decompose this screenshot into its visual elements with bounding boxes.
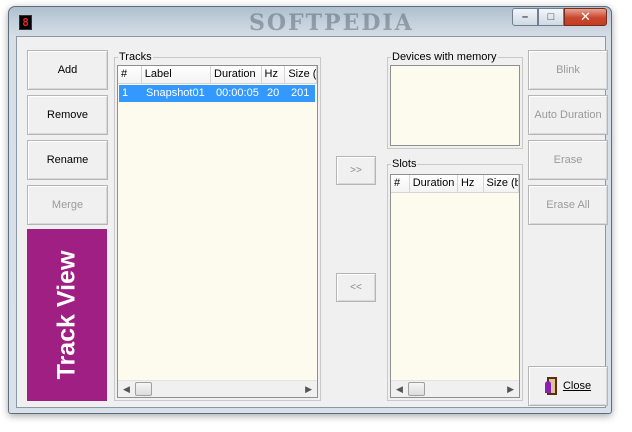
close-icon: ✕ [580, 9, 591, 24]
slots-list[interactable]: # Duration Hz Size (b ◀ ▶ [390, 174, 520, 398]
exit-door-icon [544, 377, 559, 395]
erase-all-button[interactable]: Erase All [528, 185, 608, 225]
minimize-icon: – [521, 11, 529, 23]
close-button[interactable]: Close [528, 366, 608, 406]
blink-button[interactable]: Blink [528, 50, 608, 90]
transfer-to-device-button[interactable]: >> [336, 156, 376, 185]
tracks-horizontal-scrollbar[interactable]: ◀ ▶ [118, 380, 317, 397]
caption-buttons: – □ ✕ [512, 8, 607, 26]
column-header-num[interactable]: # [118, 66, 142, 84]
scroll-right-icon[interactable]: ▶ [507, 384, 514, 395]
close-window-button[interactable]: ✕ [564, 8, 607, 26]
slots-horizontal-scrollbar[interactable]: ◀ ▶ [391, 380, 519, 397]
row-duration: 00:00:05 [216, 87, 259, 99]
scroll-left-icon[interactable]: ◀ [396, 384, 403, 395]
merge-button[interactable]: Merge [27, 185, 108, 225]
column-header-hz[interactable]: Hz [457, 175, 484, 193]
devices-list[interactable] [390, 65, 520, 146]
devices-group: Devices with memory [387, 51, 523, 149]
scroll-left-icon[interactable]: ◀ [123, 384, 130, 395]
column-header-size[interactable]: Size (b [483, 175, 519, 193]
column-header-duration[interactable]: Duration [211, 66, 262, 84]
app-window: 8 SOFTPEDIA – □ ✕ Add Remove Rename Merg… [8, 6, 612, 414]
slots-list-header: # Duration Hz Size (b [391, 175, 519, 193]
slots-group-label: Slots [391, 158, 418, 170]
scroll-thumb[interactable] [135, 382, 152, 396]
watermark: SOFTPEDIA [249, 10, 414, 36]
table-row[interactable]: 1 Snapshot01 00:00:05 20 201 [119, 85, 315, 102]
tracks-list[interactable]: # Label Duration Hz Size ( 1 Snapshot01 … [117, 65, 318, 398]
scroll-thumb[interactable] [408, 382, 425, 396]
minimize-button[interactable]: – [512, 8, 538, 26]
column-header-label[interactable]: Label [141, 66, 212, 84]
scroll-right-icon[interactable]: ▶ [305, 384, 312, 395]
tracks-list-header: # Label Duration Hz Size ( [118, 66, 317, 84]
rename-button[interactable]: Rename [27, 140, 108, 180]
app-icon[interactable]: 8 [19, 15, 32, 30]
row-num: 1 [122, 87, 129, 99]
erase-button[interactable]: Erase [528, 140, 608, 180]
auto-duration-button[interactable]: Auto Duration [528, 95, 608, 135]
slots-group: Slots # Duration Hz Size (b ◀ ▶ [387, 158, 523, 401]
column-header-duration[interactable]: Duration [409, 175, 458, 193]
transfer-from-device-button[interactable]: << [336, 273, 376, 302]
add-button[interactable]: Add [27, 50, 108, 90]
track-view-banner: Track View [27, 229, 107, 401]
remove-button[interactable]: Remove [27, 95, 108, 135]
title-bar[interactable]: 8 SOFTPEDIA – □ ✕ [9, 7, 611, 36]
tracks-group: Tracks # Label Duration Hz Size ( 1 Snap… [114, 51, 321, 401]
column-header-size[interactable]: Size ( [285, 66, 317, 84]
column-header-num[interactable]: # [391, 175, 410, 193]
row-label: Snapshot01 [146, 87, 205, 99]
maximize-icon: □ [547, 11, 555, 23]
devices-group-label: Devices with memory [391, 51, 498, 63]
row-hz: 20 [267, 87, 280, 99]
row-size: 201 [291, 87, 310, 99]
maximize-button[interactable]: □ [538, 8, 564, 26]
client-area: Add Remove Rename Merge Track View Track… [16, 36, 608, 408]
track-view-label: Track View [52, 250, 81, 380]
tracks-group-label: Tracks [118, 51, 153, 63]
column-header-hz[interactable]: Hz [261, 66, 286, 84]
close-button-label: Close [562, 380, 592, 392]
